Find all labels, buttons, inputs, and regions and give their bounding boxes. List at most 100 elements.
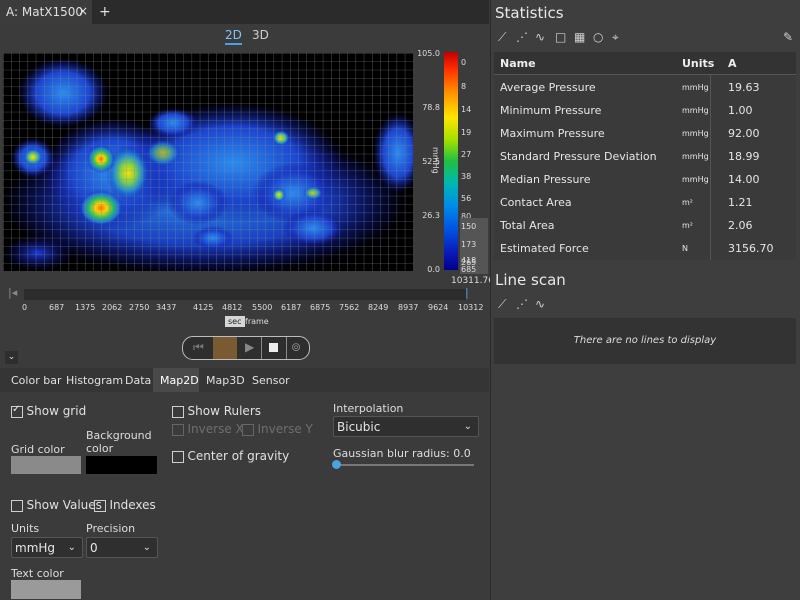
col-name-header: Name — [500, 57, 536, 70]
show-rulers-label: Show Rulers — [187, 404, 262, 418]
interpolation-select[interactable]: Bicubic ⌄ — [333, 416, 479, 437]
show-grid-checkbox[interactable]: ✓ Show grid — [11, 404, 86, 418]
checkbox-icon — [11, 500, 23, 512]
timeline-start-handle[interactable]: |◂ — [8, 286, 17, 299]
curve-icon[interactable]: ∿ — [535, 297, 545, 311]
eraser-icon[interactable]: ✎ — [783, 30, 793, 44]
timeline-tick: 10312 — [458, 303, 484, 312]
precision-select[interactable]: 0 ⌄ — [86, 537, 158, 558]
table-row: Contact Area m² 1.21 — [494, 190, 796, 213]
show-rulers-checkbox[interactable]: Show Rulers — [172, 404, 261, 418]
timeline-tick: 8249 — [368, 303, 389, 312]
row-value: 19.63 — [728, 81, 760, 94]
timeline-tick: 7562 — [339, 303, 360, 312]
view-2d-toggle[interactable]: 2D — [225, 28, 242, 45]
tab-histogram[interactable]: Histogram — [66, 374, 123, 387]
text-color-label: Text color — [11, 567, 64, 580]
indexes-checkbox[interactable]: Indexes — [94, 498, 156, 512]
scatter-icon[interactable]: ⋰ — [516, 30, 528, 44]
table-row: Minimum Pressure mmHg 1.00 — [494, 98, 796, 121]
tab-map2d-label: Map2D — [160, 374, 199, 387]
grid-color-swatch[interactable] — [11, 456, 81, 474]
background-color-label: Background color — [86, 429, 152, 455]
stop-icon — [269, 343, 278, 352]
record-icon[interactable] — [213, 337, 237, 359]
blur-slider-handle[interactable] — [332, 460, 341, 469]
checkbox-icon — [172, 406, 184, 418]
row-units: mmHg — [682, 106, 709, 115]
statistics-table: Name Units A Average Pressure mmHg 19.63 Mi… — [494, 52, 796, 260]
interpolation-value: Bicubic — [337, 420, 381, 434]
crosshair-icon[interactable]: ⌖ — [612, 30, 619, 45]
table-row: Maximum Pressure mmHg 92.00 — [494, 121, 796, 144]
tab-sensor[interactable]: Sensor — [252, 374, 290, 387]
chevron-down-icon: ⌄ — [67, 542, 76, 553]
row-value: 1.00 — [728, 104, 753, 117]
row-units: m² — [682, 221, 693, 230]
row-name: Total Area — [500, 219, 555, 232]
add-tab-button[interactable]: + — [99, 4, 111, 20]
unit-frame-toggle[interactable]: frame — [245, 317, 269, 326]
grid-color-label: Grid color — [11, 443, 65, 456]
center-of-gravity-checkbox[interactable]: Center of gravity — [172, 449, 289, 463]
row-name: Contact Area — [500, 196, 572, 209]
curve-icon[interactable]: ∿ — [535, 30, 545, 44]
pressure-heatmap[interactable] — [3, 53, 413, 271]
unit-sec-toggle[interactable]: sec — [225, 316, 245, 327]
tab-map2d[interactable]: Map2D — [153, 368, 199, 392]
text-color-swatch[interactable] — [11, 580, 81, 599]
square-icon[interactable]: □ — [555, 30, 566, 44]
loop-icon[interactable]: ⊚ — [291, 340, 301, 354]
chevron-down-icon: ⌄ — [142, 542, 151, 553]
inverse-x-checkbox[interactable]: Inverse X — [172, 422, 244, 436]
statistics-toolbar: ⟋ ⋰ ∿ □ ▦ ○ ⌖ ✎ — [496, 30, 796, 46]
precision-value: 0 — [90, 541, 98, 555]
color-bar-tick: 105.0 — [417, 49, 440, 58]
timeline-tick: 4812 — [222, 303, 243, 312]
timeline-position-marker[interactable]: | — [465, 286, 469, 299]
tab-color-bar[interactable]: Color bar — [11, 374, 61, 387]
checkbox-checked-icon: ✓ — [11, 404, 23, 418]
view-3d-toggle[interactable]: 3D — [252, 28, 269, 42]
timeline-tick: 5500 — [252, 303, 273, 312]
inverse-y-checkbox[interactable]: Inverse Y — [242, 422, 313, 436]
precision-label: Precision — [86, 522, 136, 535]
tab-matx1500[interactable]: A: MatX1500 × — [0, 0, 92, 24]
timeline-tick: 2062 — [102, 303, 123, 312]
table-row: Standard Pressure Deviation mmHg 18.99 — [494, 144, 796, 167]
units-select[interactable]: mmHg ⌄ — [11, 537, 83, 558]
blur-slider-track[interactable] — [337, 464, 474, 466]
settings-tabs: Color bar Histogram Data Map2D Map3D Sen… — [0, 368, 489, 392]
tab-bar: A: MatX1500 × + — [0, 0, 489, 24]
row-value: 92.00 — [728, 127, 760, 140]
grid-square-icon[interactable]: ▦ — [574, 30, 585, 44]
circle-icon[interactable]: ○ — [593, 30, 603, 44]
timeline-tick: 6875 — [310, 303, 331, 312]
playback-controls: ⏮ ▶ ⊚ — [182, 336, 310, 360]
checkbox-icon — [242, 424, 254, 436]
table-row: Median Pressure mmHg 14.00 — [494, 167, 796, 190]
tab-map3d[interactable]: Map3D — [206, 374, 245, 387]
timeline-tick: 6187 — [281, 303, 302, 312]
background-color-swatch[interactable] — [86, 456, 157, 474]
skip-back-icon[interactable]: ⏮ — [193, 340, 204, 355]
show-values-checkbox[interactable]: Show Values — [11, 498, 102, 512]
close-tab-icon[interactable]: × — [78, 4, 88, 18]
timeline-tick: 687 — [49, 303, 65, 312]
row-units: mmHg — [682, 175, 709, 184]
color-bar-tick: 0.0 — [427, 265, 440, 274]
line-chart-icon[interactable]: ⟋ — [498, 30, 506, 45]
timeline-tick: 1375 — [75, 303, 96, 312]
empty-state-text: There are no lines to display — [573, 335, 717, 346]
chevron-down-icon[interactable]: ⌄ — [5, 351, 18, 364]
row-value: 2.06 — [728, 219, 753, 232]
count-tick: 38 — [461, 172, 472, 181]
play-icon[interactable]: ▶ — [245, 340, 254, 354]
row-units: mmHg — [682, 83, 709, 92]
scatter-icon[interactable]: ⋰ — [516, 297, 528, 311]
tab-data[interactable]: Data — [125, 374, 151, 387]
line-chart-icon[interactable]: ⟋ — [498, 297, 506, 312]
stop-button[interactable] — [261, 337, 287, 359]
timeline-track[interactable] — [24, 289, 466, 300]
timeline-tick: 0 — [22, 303, 28, 312]
